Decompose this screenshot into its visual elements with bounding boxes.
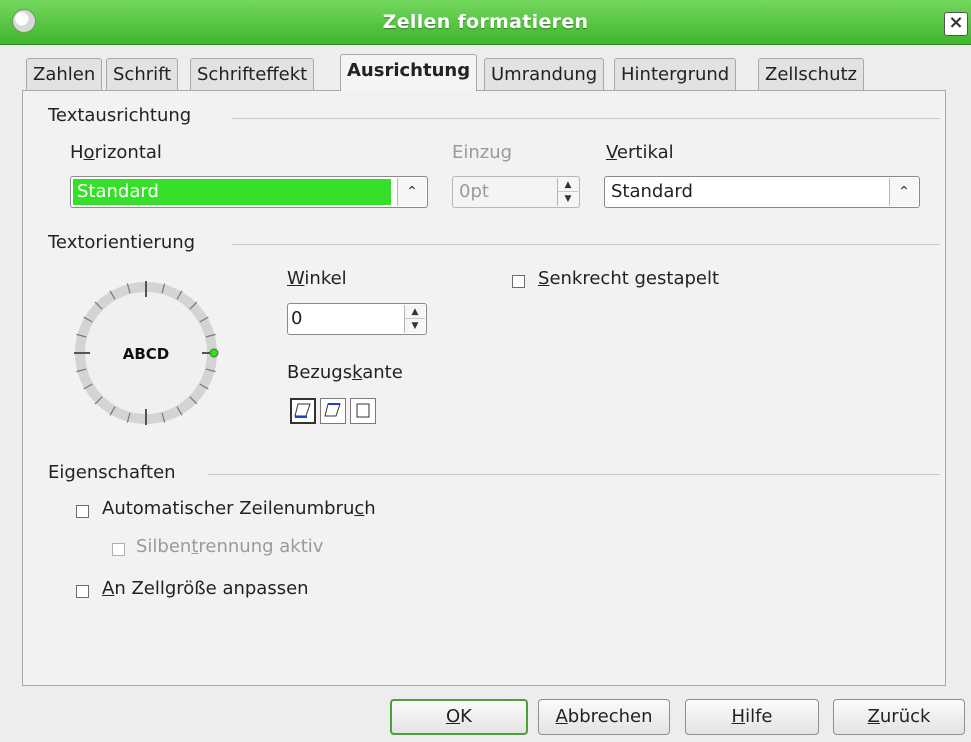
vertical-value: Standard — [611, 181, 693, 202]
reset-button[interactable]: Zurück — [833, 699, 965, 735]
hyphenation-checkbox — [112, 543, 125, 556]
indent-value: 0pt — [459, 181, 489, 202]
reference-edge-label: Bezugskante — [287, 362, 403, 383]
chevron-updown-icon: ⌃ — [397, 178, 426, 206]
section-title-text-alignment: Textausrichtung — [48, 105, 192, 126]
dial-text: ABCD — [123, 345, 170, 363]
shrink-to-fit-checkbox[interactable] — [76, 585, 89, 598]
angle-value: 0 — [291, 308, 303, 329]
cancel-button[interactable]: Abbrechen — [538, 699, 670, 735]
tab-zahlen[interactable]: Zahlen — [26, 58, 103, 90]
angle-label: Winkel — [287, 268, 347, 289]
wrap-text-checkbox[interactable] — [76, 505, 89, 518]
arrow-up-icon[interactable]: ▲ — [405, 305, 425, 319]
section-divider — [232, 118, 940, 119]
tab-zellschutz[interactable]: Zellschutz — [758, 58, 865, 90]
reference-edge-bottom-button[interactable] — [290, 398, 316, 424]
hyphenation-label: Silbentrennung aktiv — [136, 536, 324, 557]
cell-top-edge-icon — [324, 403, 341, 417]
arrow-up-icon: ▲ — [558, 178, 578, 192]
close-icon: × — [948, 12, 964, 33]
tab-schrifteffekt[interactable]: Schrifteffekt — [190, 58, 315, 90]
window-title: Zellen formatieren — [382, 11, 589, 33]
angle-stepper[interactable]: ▲ ▼ — [404, 305, 425, 333]
indent-stepper: ▲ ▼ — [557, 178, 578, 206]
indent-spinbox: 0pt ▲ ▼ — [452, 176, 580, 208]
stacked-label[interactable]: Senkrecht gestapelt — [538, 268, 719, 289]
rotation-dial[interactable]: ABCD — [66, 275, 228, 431]
section-divider — [232, 244, 940, 245]
help-button[interactable]: Hilfe — [685, 699, 819, 735]
angle-spinbox[interactable]: 0 ▲ ▼ — [287, 303, 427, 335]
arrow-down-icon: ▼ — [564, 194, 572, 204]
tab-schrift[interactable]: Schrift — [106, 58, 179, 90]
stacked-checkbox[interactable] — [512, 275, 525, 288]
reference-edge-top-button[interactable] — [320, 398, 346, 424]
horizontal-select[interactable]: Standard ⌃ — [70, 176, 428, 208]
close-button[interactable]: × — [944, 12, 968, 36]
cell-inside-icon — [356, 403, 370, 418]
reference-edge-inside-button[interactable] — [350, 398, 376, 424]
horizontal-label: Horizontal — [70, 142, 162, 163]
arrow-down-icon[interactable]: ▼ — [405, 319, 425, 333]
tab-ausrichtung[interactable]: Ausrichtung — [340, 54, 478, 91]
tab-hintergrund[interactable]: Hintergrund — [614, 58, 737, 90]
section-title-text-orientation: Textorientierung — [48, 232, 196, 253]
tab-umrandung[interactable]: Umrandung — [484, 58, 605, 90]
wrap-text-label[interactable]: Automatischer Zeilenumbruch — [102, 498, 376, 519]
indent-label: Einzug — [452, 142, 513, 163]
horizontal-value: Standard — [77, 181, 159, 202]
cell-bottom-edge-icon — [294, 403, 311, 418]
ok-button[interactable]: OK — [390, 699, 528, 735]
vertical-select[interactable]: Standard ⌃ — [604, 176, 920, 208]
chevron-updown-icon: ⌃ — [889, 178, 918, 206]
section-title-properties: Eigenschaften — [48, 462, 176, 483]
shrink-to-fit-label[interactable]: An Zellgröße anpassen — [102, 578, 309, 599]
section-divider — [208, 474, 940, 475]
vertical-label: Vertikal — [606, 142, 674, 163]
angle-handle[interactable] — [209, 348, 219, 358]
